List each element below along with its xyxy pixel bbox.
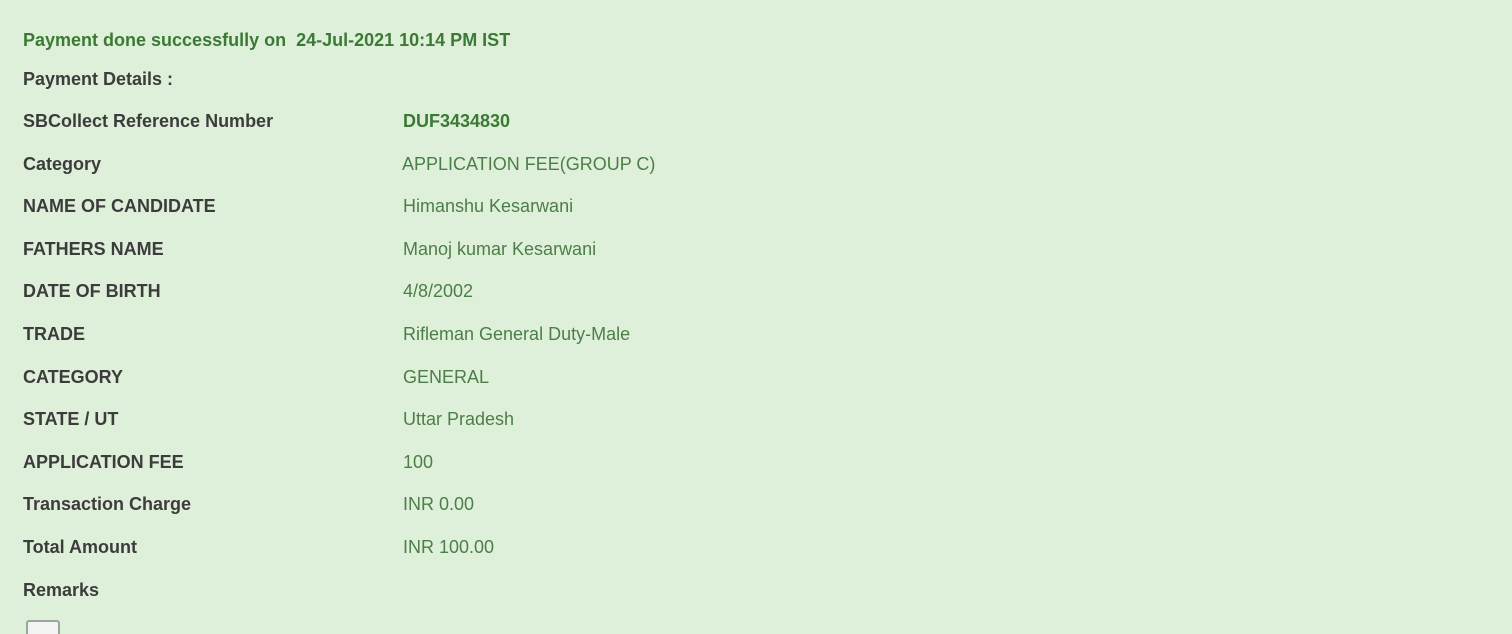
remarks-label: Remarks (23, 579, 100, 600)
detail-row-transaction-charge: Transaction Charge INR 0.00 (23, 494, 923, 537)
candidate-category-value: GENERAL (403, 366, 490, 387)
candidate-name-value: Himanshu Kesarwani (403, 196, 574, 217)
candidate-name-label: NAME OF CANDIDATE (23, 196, 216, 217)
detail-row-candidate-name: NAME OF CANDIDATE Himanshu Kesarwani (23, 196, 923, 239)
application-fee-value: 100 (403, 451, 434, 472)
reference-number-value: DUF3434830 (403, 111, 511, 131)
application-fee-label: APPLICATION FEE (23, 451, 184, 472)
detail-row-total-amount: Total Amount INR 100.00 (23, 537, 923, 580)
date-of-birth-value: 4/8/2002 (403, 281, 474, 302)
detail-row-trade: TRADE Rifleman General Duty-Male (23, 324, 923, 367)
transaction-charge-value: INR 0.00 (403, 494, 475, 515)
detail-row-reference-number: SBCollect Reference Number DUF3434830 (23, 111, 923, 154)
trade-label: TRADE (23, 323, 85, 344)
payment-success-message: Payment done successfully on 24-Jul-2021… (23, 30, 511, 50)
category-label: Category (23, 153, 102, 174)
candidate-category-label: CATEGORY (23, 366, 124, 387)
total-amount-value: INR 100.00 (403, 536, 495, 557)
print-icon[interactable] (26, 620, 60, 634)
fathers-name-value: Manoj kumar Kesarwani (403, 238, 597, 259)
detail-row-state: STATE / UT Uttar Pradesh (23, 409, 923, 452)
detail-row-application-fee: APPLICATION FEE 100 (23, 452, 923, 495)
date-of-birth-label: DATE OF BIRTH (23, 281, 161, 302)
payment-details-table: SBCollect Reference Number DUF3434830 Ca… (23, 111, 923, 622)
state-label: STATE / UT (23, 409, 119, 430)
transaction-charge-label: Transaction Charge (23, 494, 192, 515)
fathers-name-label: FATHERS NAME (23, 238, 164, 259)
detail-row-category: Category APPLICATION FEE(GROUP C) (23, 154, 923, 197)
detail-row-date-of-birth: DATE OF BIRTH 4/8/2002 (23, 281, 923, 324)
reference-number-label: SBCollect Reference Number (23, 111, 274, 131)
detail-row-remarks: Remarks (23, 580, 923, 623)
total-amount-label: Total Amount (23, 536, 137, 557)
trade-value: Rifleman General Duty-Male (403, 323, 631, 344)
payment-details-heading: Payment Details : (23, 69, 174, 89)
detail-row-fathers-name: FATHERS NAME Manoj kumar Kesarwani (23, 239, 923, 282)
state-value: Uttar Pradesh (403, 409, 515, 430)
detail-row-candidate-category: CATEGORY GENERAL (23, 367, 923, 410)
category-value: APPLICATION FEE(GROUP C) (402, 153, 656, 174)
